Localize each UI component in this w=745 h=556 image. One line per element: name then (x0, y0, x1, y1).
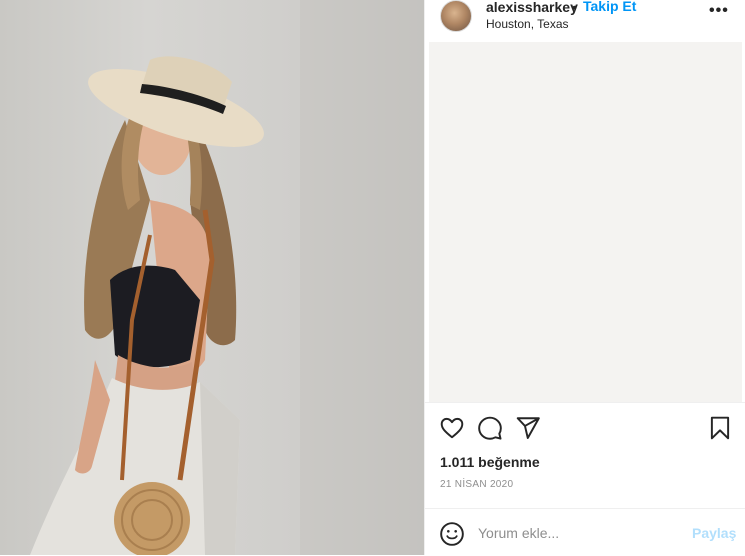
comment-bar: Paylaş (425, 508, 745, 556)
photo-illustration (30, 0, 424, 555)
more-options-icon: ••• (709, 2, 729, 19)
post-date[interactable]: 21 NİSAN 2020 (440, 479, 513, 490)
post-comment-button[interactable]: Paylaş (692, 525, 736, 541)
avatar[interactable] (440, 0, 472, 32)
likes-count[interactable]: 1.011 beğenme (440, 454, 540, 470)
header-separator: • (572, 0, 577, 15)
follow-button[interactable]: Takip Et (583, 0, 636, 14)
emoji-icon[interactable] (439, 521, 465, 547)
action-bar (425, 402, 745, 453)
comments-area (429, 42, 742, 402)
username-link[interactable]: alexissharkey (486, 0, 578, 15)
comment-input[interactable] (478, 522, 678, 544)
post-header: alexissharkey • Takip Et Houston, Texas … (425, 0, 745, 42)
location-link[interactable]: Houston, Texas (486, 17, 569, 31)
heart-icon[interactable] (439, 415, 465, 441)
bookmark-icon[interactable] (707, 415, 733, 441)
comment-icon[interactable] (477, 415, 503, 441)
post-photo[interactable] (0, 0, 424, 555)
share-icon[interactable] (515, 415, 541, 441)
post-panel: alexissharkey • Takip Et Houston, Texas … (424, 0, 745, 555)
more-options-button[interactable]: ••• (709, 2, 731, 19)
